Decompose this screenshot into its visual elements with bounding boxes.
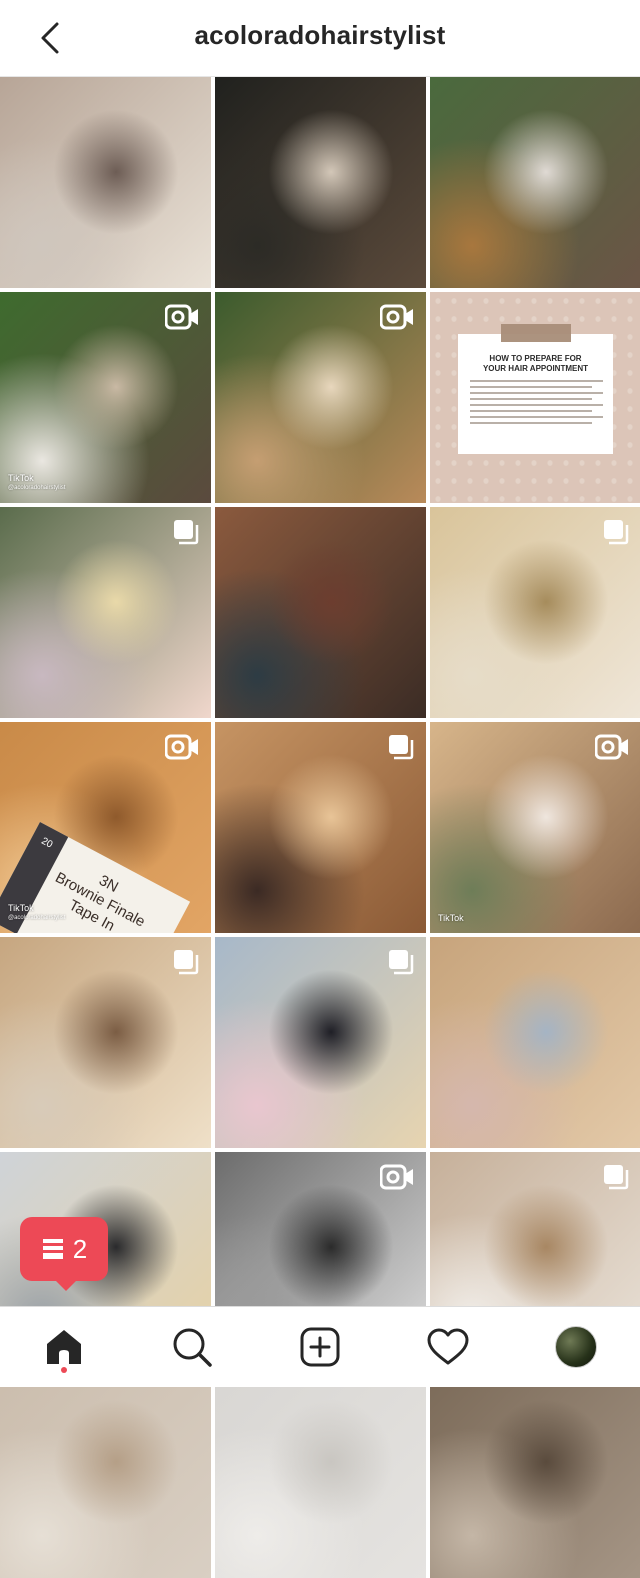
- carousel-badge: [603, 1164, 629, 1195]
- post-thumbnail[interactable]: [215, 722, 426, 933]
- video-camera-icon: [164, 304, 198, 330]
- carousel-badge: [388, 949, 414, 980]
- carousel-badge: [388, 734, 414, 765]
- post-thumbnail[interactable]: [0, 1367, 211, 1578]
- post-thumbnail[interactable]: [215, 937, 426, 1148]
- notification-count: 2: [72, 1233, 88, 1264]
- nav-profile[interactable]: [544, 1315, 608, 1379]
- tiktok-watermark: TikTok @acoloradohairstylist: [8, 473, 65, 493]
- video-camera-icon: [379, 304, 413, 330]
- video-camera-icon: [164, 734, 198, 760]
- bottom-nav: [0, 1306, 640, 1387]
- tiktok-label: TikTok: [438, 913, 464, 923]
- post-image: [430, 77, 640, 288]
- post-thumbnail[interactable]: HOW TO PREPARE FOR YOUR HAIR APPOINTMENT: [430, 292, 640, 503]
- carousel-icon: [389, 950, 414, 975]
- post-image: [0, 77, 211, 288]
- tiktok-label: TikTok: [8, 903, 34, 913]
- avatar: [555, 1326, 597, 1368]
- post-image: [430, 937, 640, 1148]
- post-thumbnail[interactable]: [215, 507, 426, 718]
- top-bar: acoloradohairstylist: [0, 0, 640, 77]
- post-thumbnail[interactable]: [430, 77, 640, 288]
- carousel-badge: [173, 949, 199, 980]
- nav-home[interactable]: [32, 1315, 96, 1379]
- post-thumbnail[interactable]: TikTok @acoloradohairstylist: [0, 292, 211, 503]
- post-image: [215, 507, 426, 718]
- posts-stack-icon: [42, 1239, 63, 1259]
- post-image: [215, 1367, 426, 1578]
- carousel-icon: [174, 520, 199, 545]
- nav-activity[interactable]: [416, 1315, 480, 1379]
- heart-icon: [427, 1328, 469, 1365]
- carousel-icon: [604, 1165, 629, 1190]
- carousel-badge: [603, 519, 629, 550]
- post-thumbnail[interactable]: TikTok: [430, 722, 640, 933]
- tiktok-watermark: TikTok: [438, 913, 464, 923]
- carousel-badge: [173, 519, 199, 550]
- page-title: acoloradohairstylist: [194, 20, 446, 50]
- video-badge: [164, 304, 199, 335]
- post-thumbnail[interactable]: [430, 507, 640, 718]
- notification-bubble[interactable]: 2: [20, 1217, 108, 1291]
- nav-search[interactable]: [160, 1315, 224, 1379]
- video-badge: [379, 304, 414, 335]
- info-card: HOW TO PREPARE FOR YOUR HAIR APPOINTMENT: [458, 324, 613, 454]
- post-image: [0, 1367, 211, 1578]
- card-text-lines: [466, 380, 605, 424]
- tiktok-watermark: TikTok @acoloradohairstylist: [8, 903, 65, 923]
- carousel-icon: [174, 950, 199, 975]
- post-thumbnail[interactable]: [0, 937, 211, 1148]
- video-camera-icon: [379, 1164, 413, 1190]
- post-thumbnail[interactable]: [0, 507, 211, 718]
- search-icon: [173, 1328, 212, 1367]
- active-indicator: [61, 1367, 67, 1373]
- video-badge: [164, 734, 199, 765]
- post-thumbnail[interactable]: 20 3N Brownie Finale Tape In TikTok @acolor…: [0, 722, 211, 933]
- tiktok-label: TikTok: [8, 473, 34, 483]
- post-thumbnail[interactable]: [215, 77, 426, 288]
- tiktok-handle: @acoloradohairstylist: [8, 485, 66, 491]
- post-thumbnail[interactable]: [215, 1367, 426, 1578]
- post-thumbnail[interactable]: [430, 937, 640, 1148]
- tape-decoration: [500, 324, 571, 342]
- video-camera-icon: [594, 734, 628, 760]
- post-thumbnail[interactable]: [215, 292, 426, 503]
- plus-square-icon: [300, 1327, 340, 1367]
- home-icon: [47, 1330, 81, 1364]
- carousel-icon: [604, 520, 629, 545]
- post-thumbnail[interactable]: [0, 77, 211, 288]
- nav-new-post[interactable]: [288, 1315, 352, 1379]
- post-image: [215, 77, 426, 288]
- video-badge: [379, 1164, 414, 1195]
- card-title: HOW TO PREPARE FOR YOUR HAIR APPOINTMENT: [482, 354, 589, 373]
- post-thumbnail[interactable]: [430, 1367, 640, 1578]
- post-image: [430, 1367, 640, 1578]
- tiktok-handle: @acoloradohairstylist: [8, 915, 66, 921]
- video-badge: [594, 734, 629, 765]
- carousel-icon: [389, 735, 414, 760]
